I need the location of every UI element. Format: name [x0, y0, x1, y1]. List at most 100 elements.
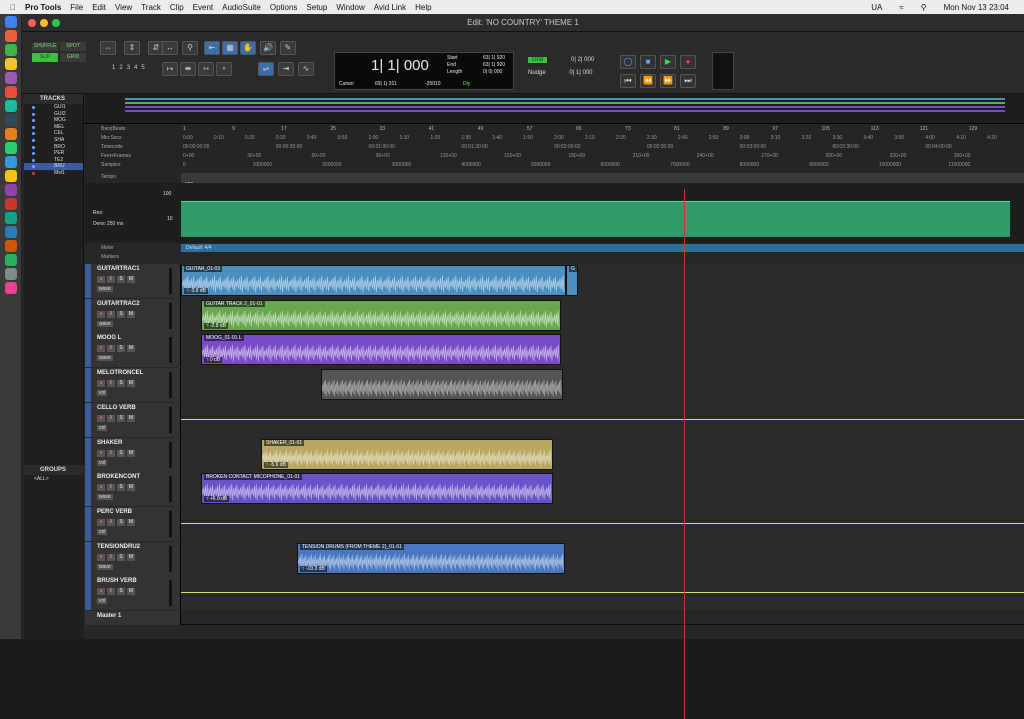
track-header[interactable]: BRUSH VERB ● I S M vol	[85, 576, 181, 611]
tempo-editor[interactable]: 100 10 Res: Dens: 250 ms	[85, 183, 1024, 243]
dens-value[interactable]: 250 ms	[107, 221, 123, 227]
audio-clip[interactable]: TENSION DRUMS (FROM THEME 2)_01-01 ↑ -10.…	[297, 542, 565, 574]
grid-mode-button[interactable]: GRID	[60, 53, 86, 62]
track-header[interactable]: PERC VERB ● I S M vol	[85, 506, 181, 541]
track-name[interactable]: BROKENCONT	[97, 474, 140, 480]
play-icon[interactable]: ▶	[660, 55, 676, 69]
nudge-selector[interactable]: Nudge 0| 1| 000	[528, 70, 608, 80]
fast-forward-icon[interactable]: ⏩	[660, 74, 676, 88]
tracks-list-item[interactable]: GUI2	[24, 111, 83, 118]
spot-mode-button[interactable]: SPOT	[60, 42, 86, 51]
clip-gain[interactable]: ↑ -5.6 dB	[264, 461, 289, 468]
search-icon[interactable]: ⚲	[921, 3, 927, 12]
track-lane[interactable]	[181, 576, 1024, 611]
solo-button[interactable]: S	[117, 380, 125, 388]
track-name[interactable]: MELOTRONCEL	[97, 370, 143, 376]
record-enable-button[interactable]: ●	[97, 484, 105, 492]
tracks-list-item[interactable]: TE2	[24, 157, 83, 164]
track-view-selector[interactable]: vol	[97, 528, 108, 535]
track-view-selector[interactable]: wave	[97, 320, 113, 327]
input-monitor-button[interactable]: I	[107, 588, 115, 596]
record-enable-button[interactable]: ●	[97, 449, 105, 457]
clip-gain[interactable]: ↑ 0 dB	[204, 357, 223, 364]
track-header[interactable]: MELOTRONCEL ● I S M vol	[85, 368, 181, 403]
close-icon[interactable]	[28, 19, 36, 27]
record-enable-button[interactable]: ●	[97, 276, 105, 283]
tracks-list-item[interactable]: SHA	[24, 137, 83, 144]
master-track-name[interactable]: Master 1	[97, 613, 121, 619]
app-icon[interactable]	[5, 254, 17, 266]
track-name[interactable]: SHAKER	[97, 440, 122, 446]
mute-button[interactable]: M	[127, 310, 135, 318]
mute-button[interactable]: M	[127, 553, 135, 561]
app-icon[interactable]	[5, 226, 17, 238]
menu-app[interactable]: Pro Tools	[25, 3, 61, 12]
app-icon[interactable]	[5, 170, 17, 182]
minimize-icon[interactable]	[40, 19, 48, 27]
track-name[interactable]: GUITARTRAC1	[97, 266, 140, 272]
track-header[interactable]: GUITARTRAC2 ● I S M wave	[85, 298, 181, 333]
grid-value[interactable]: 0| 2| 000	[571, 57, 594, 63]
nudge-value[interactable]: 0| 1| 000	[569, 70, 592, 76]
menu-help[interactable]: Help	[415, 3, 431, 12]
audio-clip[interactable]: GUITAR_01-03 ↑ -3.8 dB	[181, 265, 566, 296]
track-lane[interactable]: MOOG_01-01 L ↑ 0 dB	[181, 333, 1024, 368]
mute-button[interactable]: M	[127, 345, 135, 353]
solo-button[interactable]: S	[117, 484, 125, 492]
input-monitor-button[interactable]: I	[107, 276, 115, 283]
tempo-graph[interactable]	[181, 201, 1010, 237]
track-lane[interactable]: GUITAR_01-03 ↑ -3.8 dB G	[181, 264, 1024, 298]
mute-button[interactable]: M	[127, 380, 135, 388]
track-header[interactable]: TENSIONDRU2 ● I S M wave	[85, 541, 181, 576]
app-icon[interactable]	[5, 72, 17, 84]
input-monitor-button[interactable]: I	[107, 449, 115, 457]
track-header[interactable]: CELLO VERB ● I S M vol	[85, 402, 181, 437]
grid-label[interactable]: Grid	[528, 57, 548, 63]
solo-button[interactable]: S	[117, 553, 125, 561]
tracks-list-item[interactable]: PER	[24, 150, 83, 157]
track-view-selector[interactable]: vol	[97, 390, 108, 397]
track-lane[interactable]: TENSION DRUMS (FROM THEME 2)_01-01 ↑ -10.…	[181, 541, 1024, 576]
zoom-preset-5[interactable]: 5	[141, 65, 144, 71]
zoom-out-horizontal-icon[interactable]: ⇔	[100, 41, 116, 55]
app-icon[interactable]	[5, 86, 17, 98]
menu-track[interactable]: Track	[141, 3, 161, 12]
solo-button[interactable]: S	[117, 276, 125, 283]
menu-audiosuite[interactable]: AudioSuite	[222, 3, 261, 12]
zoom-out-vertical-icon[interactable]: ⇕	[124, 41, 140, 55]
track-header[interactable]: BROKENCONT ● I S M wave	[85, 472, 181, 507]
zoomer-tool-icon[interactable]: ⚲	[182, 41, 198, 55]
shuffle-mode-button[interactable]: SHUFFLE	[32, 42, 58, 51]
selector-tool-icon[interactable]: ⇤	[204, 41, 220, 55]
length-value[interactable]: 0| 0| 000	[483, 69, 502, 75]
mute-button[interactable]: M	[127, 484, 135, 492]
clip-gain[interactable]: ↑ -2.8 dB	[204, 322, 229, 329]
menu-options[interactable]: Options	[270, 3, 298, 12]
input-monitor-button[interactable]: I	[107, 414, 115, 422]
playhead[interactable]	[684, 189, 685, 719]
track-name[interactable]: GUITARTRAC2	[97, 301, 140, 307]
volume-automation-line[interactable]	[181, 592, 1024, 594]
tracks-list-item[interactable]: CEL	[24, 130, 83, 137]
track-view-selector[interactable]: wave	[97, 494, 113, 501]
zoom-preset-2[interactable]: 2	[119, 65, 122, 71]
record-enable-button[interactable]: ●	[97, 310, 105, 318]
tracks-list-item[interactable]: MOG	[24, 117, 83, 124]
smart-tool-icon[interactable]: ▦	[222, 41, 238, 55]
solo-button[interactable]: S	[117, 414, 125, 422]
mute-button[interactable]: M	[127, 518, 135, 526]
finder-icon[interactable]	[5, 16, 17, 28]
scrubber-tool-icon[interactable]: 🔊	[260, 41, 276, 55]
timeline-rulers[interactable]: Bars|Beats Min:Secs Timecode Feet+Frames…	[85, 125, 1024, 173]
menu-clip[interactable]: Clip	[170, 3, 184, 12]
track-view-selector[interactable]: wave	[97, 563, 113, 570]
solo-button[interactable]: S	[117, 588, 125, 596]
input-monitor-button[interactable]: I	[107, 553, 115, 561]
record-enable-button[interactable]: ●	[97, 518, 105, 526]
track-view-selector[interactable]: vol	[97, 424, 108, 431]
menu-event[interactable]: Event	[193, 3, 213, 12]
go-to-end-icon[interactable]: ⏭	[680, 74, 696, 88]
menu-avid-link[interactable]: Avid Link	[374, 3, 406, 12]
automation-follows-icon[interactable]: ∿	[298, 62, 314, 76]
clip-gain[interactable]: ↑ -3.8 dB	[184, 288, 209, 294]
